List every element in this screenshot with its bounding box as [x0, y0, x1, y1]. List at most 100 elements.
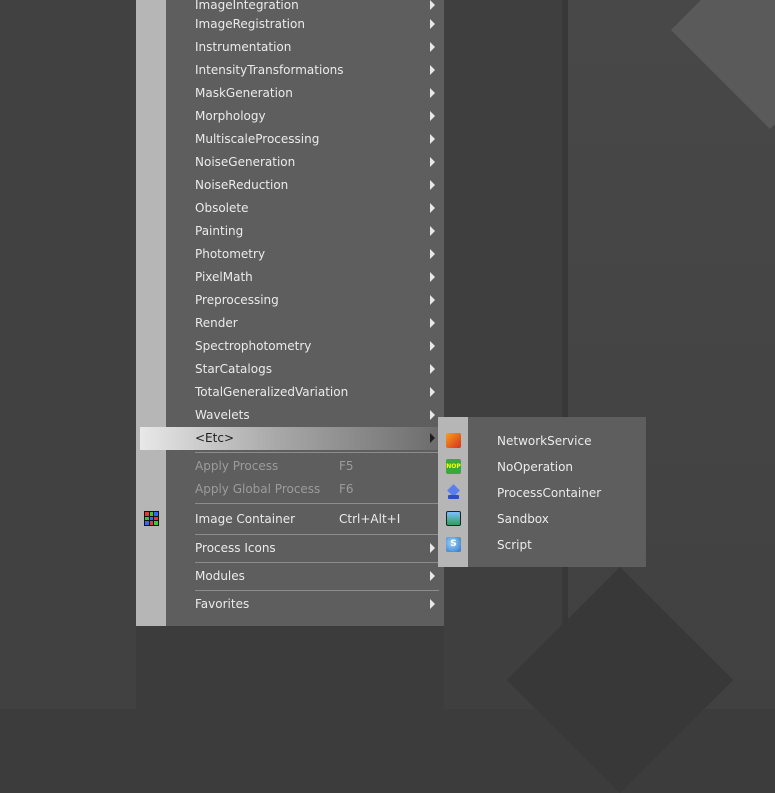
submenu-item-label: NetworkService — [497, 434, 592, 448]
menu-item-label: Instrumentation — [195, 40, 292, 54]
submenu-item-script[interactable]: S Script — [438, 532, 646, 558]
submenu-arrow-icon — [430, 295, 435, 305]
menu-item-label: Image Container — [195, 512, 296, 526]
menu-item-multiscaleprocessing[interactable]: MultiscaleProcessing — [166, 128, 444, 151]
menu-item-apply-process[interactable]: Apply Process F5 — [166, 455, 444, 478]
submenu-item-sandbox[interactable]: Sandbox — [438, 506, 646, 532]
menu-item-label: Wavelets — [195, 408, 250, 422]
menu-item-favorites[interactable]: Favorites — [166, 593, 444, 616]
image-container-grid-icon — [144, 511, 159, 526]
submenu-item-nooperation[interactable]: NOP NoOperation — [438, 454, 646, 480]
menu-item-label: MaskGeneration — [195, 86, 293, 100]
menu-item-label: NoiseReduction — [195, 178, 289, 192]
menu-item-imageregistration[interactable]: ImageRegistration — [166, 13, 444, 36]
menu-item-render[interactable]: Render — [166, 312, 444, 335]
submenu-arrow-icon — [430, 0, 435, 10]
process-container-icon — [446, 485, 461, 500]
menu-separator — [195, 452, 439, 453]
submenu-arrow-icon — [430, 364, 435, 374]
menu-item-label: Apply Global Process — [195, 482, 321, 496]
menu-separator — [195, 534, 439, 535]
submenu-item-label: NoOperation — [497, 460, 574, 474]
submenu-arrow-icon — [430, 410, 435, 420]
submenu-arrow-icon — [430, 226, 435, 236]
menu-item-label: Spectrophotometry — [195, 339, 312, 353]
submenu-arrow-icon — [430, 157, 435, 167]
submenu-arrow-icon — [430, 341, 435, 351]
menu-icon-gutter — [136, 0, 166, 626]
submenu-arrow-icon — [430, 387, 435, 397]
menu-item-photometry[interactable]: Photometry — [166, 243, 444, 266]
menu-item-label: Render — [195, 316, 238, 330]
menu-item-label: Apply Process — [195, 459, 279, 473]
menu-item-etc[interactable]: <Etc> — [140, 427, 444, 450]
menu-item-process-icons[interactable]: Process Icons — [166, 537, 444, 560]
submenu-arrow-icon — [430, 111, 435, 121]
menu-item-label: PixelMath — [195, 270, 253, 284]
submenu-arrow-icon — [430, 134, 435, 144]
submenu-item-label: Sandbox — [497, 512, 549, 526]
menu-separator — [195, 590, 439, 591]
submenu-item-label: ProcessContainer — [497, 486, 602, 500]
menu-item-label: NoiseGeneration — [195, 155, 296, 169]
menu-separator — [195, 562, 439, 563]
menu-item-image-container[interactable]: Image Container Ctrl+Alt+I — [166, 508, 444, 531]
process-menu: ImageIntegration ImageRegistration Instr… — [136, 0, 444, 626]
submenu-arrow-icon — [430, 543, 435, 553]
menu-item-noisegeneration[interactable]: NoiseGeneration — [166, 151, 444, 174]
menu-item-wavelets[interactable]: Wavelets — [166, 404, 444, 427]
menu-item-label: MultiscaleProcessing — [195, 132, 320, 146]
submenu-arrow-icon — [430, 42, 435, 52]
menu-item-shortcut: F5 — [339, 459, 354, 473]
menu-item-label: ImageIntegration — [195, 0, 299, 12]
sandbox-icon — [446, 511, 461, 526]
menu-item-intensitytransformations[interactable]: IntensityTransformations — [166, 59, 444, 82]
submenu-item-processcontainer[interactable]: ProcessContainer — [438, 480, 646, 506]
menu-separator — [195, 503, 439, 504]
menu-item-label: Morphology — [195, 109, 266, 123]
menu-item-noisereduction[interactable]: NoiseReduction — [166, 174, 444, 197]
menu-item-painting[interactable]: Painting — [166, 220, 444, 243]
submenu-arrow-icon — [430, 571, 435, 581]
menu-item-label: Process Icons — [195, 541, 276, 555]
etc-submenu: NetworkService NOP NoOperation ProcessCo… — [438, 417, 646, 567]
submenu-arrow-icon — [430, 180, 435, 190]
menu-item-apply-global-process[interactable]: Apply Global Process F6 — [166, 478, 444, 501]
submenu-item-networkservice[interactable]: NetworkService — [438, 428, 646, 454]
menu-item-label: Favorites — [195, 597, 250, 611]
workspace-panel-edge — [562, 0, 568, 709]
menu-item-modules[interactable]: Modules — [166, 565, 444, 588]
no-operation-icon: NOP — [446, 459, 461, 474]
menu-item-spectrophotometry[interactable]: Spectrophotometry — [166, 335, 444, 358]
menu-item-label: Painting — [195, 224, 244, 238]
menu-item-label: IntensityTransformations — [195, 63, 344, 77]
submenu-arrow-icon — [430, 65, 435, 75]
workspace-background-left — [0, 0, 136, 709]
menu-item-label: StarCatalogs — [195, 362, 272, 376]
menu-item-label: ImageRegistration — [195, 17, 305, 31]
submenu-arrow-icon — [430, 19, 435, 29]
menu-item-starcatalogs[interactable]: StarCatalogs — [166, 358, 444, 381]
menu-item-totalgeneralizedvariation[interactable]: TotalGeneralizedVariation — [166, 381, 444, 404]
submenu-arrow-icon — [430, 599, 435, 609]
submenu-arrow-icon — [430, 203, 435, 213]
workspace-background-middle — [444, 0, 562, 709]
menu-item-maskgeneration[interactable]: MaskGeneration — [166, 82, 444, 105]
menu-item-label: Obsolete — [195, 201, 249, 215]
submenu-item-label: Script — [497, 538, 532, 552]
menu-item-instrumentation[interactable]: Instrumentation — [166, 36, 444, 59]
menu-item-shortcut: F6 — [339, 482, 354, 496]
menu-item-label: Modules — [195, 569, 245, 583]
submenu-arrow-icon — [430, 272, 435, 282]
menu-item-morphology[interactable]: Morphology — [166, 105, 444, 128]
menu-item-preprocessing[interactable]: Preprocessing — [166, 289, 444, 312]
menu-item-label: <Etc> — [195, 431, 234, 445]
menu-item-label: TotalGeneralizedVariation — [195, 385, 349, 399]
menu-item-obsolete[interactable]: Obsolete — [166, 197, 444, 220]
network-service-icon — [446, 433, 461, 448]
menu-item-pixelmath[interactable]: PixelMath — [166, 266, 444, 289]
submenu-arrow-icon — [430, 433, 435, 443]
submenu-arrow-icon — [430, 88, 435, 98]
menu-item-label: Photometry — [195, 247, 266, 261]
submenu-arrow-icon — [430, 318, 435, 328]
